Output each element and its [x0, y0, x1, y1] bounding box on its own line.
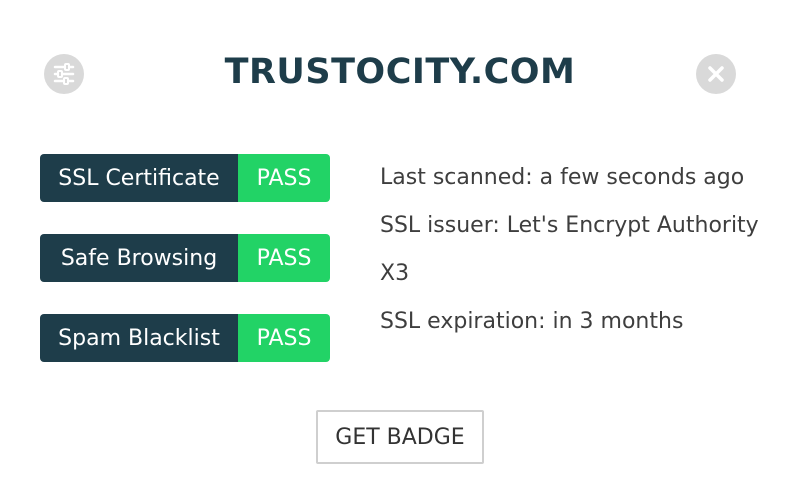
- check-spam-blacklist: Spam Blacklist PASS: [40, 314, 330, 362]
- check-label: SSL Certificate: [40, 154, 238, 202]
- trust-popup: TRUSTOCITY.COM SSL Certificate PASS Safe…: [0, 0, 800, 504]
- check-status-badge: PASS: [238, 234, 330, 282]
- close-icon: [708, 66, 724, 82]
- last-scanned-text: Last scanned: a few seconds ago: [380, 165, 745, 190]
- check-label: Safe Browsing: [40, 234, 238, 282]
- check-ssl-certificate: SSL Certificate PASS: [40, 154, 330, 202]
- check-status-badge: PASS: [238, 154, 330, 202]
- ssl-expiration-text: SSL expiration: in 3 months: [380, 309, 684, 334]
- site-title: TRUSTOCITY.COM: [224, 52, 576, 92]
- check-safe-browsing: Safe Browsing PASS: [40, 234, 330, 282]
- check-list: SSL Certificate PASS Safe Browsing PASS …: [40, 154, 330, 394]
- check-status-badge: PASS: [238, 314, 330, 362]
- close-button[interactable]: [696, 54, 736, 94]
- get-badge-button[interactable]: GET BADGE: [316, 410, 484, 464]
- check-label: Spam Blacklist: [40, 314, 238, 362]
- ssl-issuer-text: SSL issuer: Let's Encrypt Authority X3: [380, 213, 759, 286]
- scan-info: Last scanned: a few seconds ago SSL issu…: [380, 154, 770, 346]
